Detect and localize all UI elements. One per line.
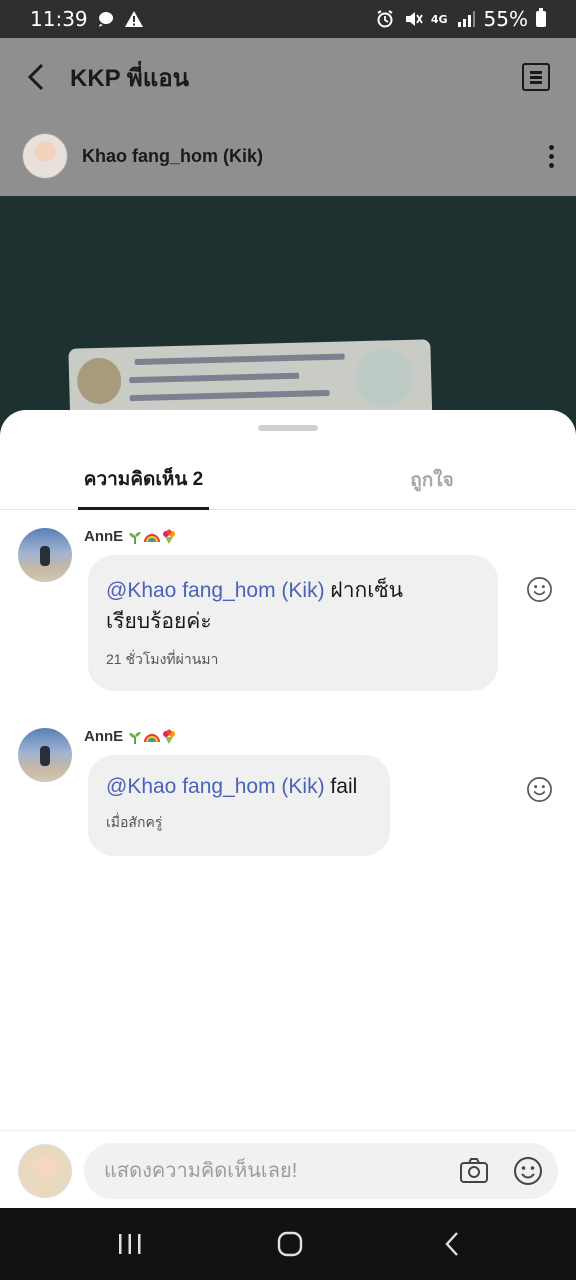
page-title: KKP พี่แอน bbox=[70, 64, 190, 92]
emblem-graphic bbox=[76, 357, 122, 405]
avatar bbox=[18, 1144, 72, 1198]
comment-text-line2: เรียบร้อยค่ะ bbox=[106, 610, 212, 633]
recent-apps-icon bbox=[119, 1234, 141, 1254]
comment-author-name: AnnE bbox=[84, 528, 124, 545]
comment-bubble[interactable]: @Khao fang_hom (Kik) fail เมื่อสักครู่ bbox=[88, 755, 390, 856]
bouquet-emoji-icon bbox=[163, 529, 176, 544]
post-author-name[interactable]: Khao fang_hom (Kik) bbox=[82, 146, 263, 167]
emoji-picker-icon[interactable] bbox=[512, 1155, 544, 1187]
background-app: KKP พี่แอน Khao fang_hom (Kik) bbox=[0, 38, 576, 458]
comment-author[interactable]: AnnE bbox=[84, 728, 177, 745]
comment-input[interactable] bbox=[104, 1143, 444, 1199]
comment-bubble[interactable]: @Khao fang_hom (Kik) ฝากเซ็น เรียบร้อยค่… bbox=[88, 555, 498, 691]
card-watermark bbox=[354, 347, 414, 408]
avatar[interactable] bbox=[18, 528, 72, 582]
notes-icon[interactable] bbox=[522, 63, 550, 91]
comments-sheet: ความคิดเห็น 2 ถูกใจ AnnE @Khao fang_hom … bbox=[0, 410, 576, 1208]
avatar[interactable] bbox=[22, 133, 68, 179]
status-right: 4G 55% bbox=[375, 7, 546, 31]
app-header: KKP พี่แอน bbox=[0, 38, 576, 116]
status-left: 11:39 bbox=[30, 7, 144, 31]
bouquet-emoji-icon bbox=[163, 729, 176, 744]
rainbow-emoji-icon bbox=[144, 733, 161, 742]
tab-likes[interactable]: ถูกใจ bbox=[380, 450, 484, 510]
battery-percent: 55% bbox=[483, 7, 528, 31]
more-options-icon[interactable] bbox=[548, 144, 554, 168]
comment-text: @Khao fang_hom (Kik) ฝากเซ็น เรียบร้อยค่… bbox=[106, 575, 480, 637]
mention-link[interactable]: @Khao fang_hom (Kik) bbox=[106, 579, 325, 602]
status-bar: 11:39 4G 55% bbox=[0, 0, 576, 38]
warning-icon bbox=[124, 11, 143, 27]
chat-notification-icon bbox=[98, 12, 113, 27]
react-smile-icon[interactable] bbox=[526, 576, 553, 603]
drag-handle[interactable] bbox=[258, 425, 318, 431]
camera-icon[interactable] bbox=[458, 1155, 490, 1187]
post-author-row: Khao fang_hom (Kik) bbox=[0, 116, 576, 196]
react-smile-icon[interactable] bbox=[526, 776, 553, 803]
author-emojis bbox=[127, 729, 177, 745]
comment-composer bbox=[0, 1130, 576, 1208]
avatar[interactable] bbox=[18, 728, 72, 782]
tab-comments[interactable]: ความคิดเห็น 2 bbox=[78, 450, 209, 510]
comment-timestamp: เมื่อสักครู่ bbox=[106, 814, 163, 830]
comment-text: @Khao fang_hom (Kik) fail bbox=[106, 771, 372, 802]
comment-author[interactable]: AnnE bbox=[84, 528, 177, 545]
alarm-icon bbox=[377, 10, 393, 28]
back-icon bbox=[445, 1232, 458, 1256]
comment-text-line1: fail bbox=[324, 775, 358, 798]
comment-author-name: AnnE bbox=[84, 728, 124, 745]
back-nav-button[interactable] bbox=[432, 1228, 472, 1260]
comment-timestamp: 21 ชั่วโมงที่ผ่านมา bbox=[106, 651, 219, 667]
chevron-left-icon bbox=[27, 63, 44, 91]
system-nav-bar bbox=[0, 1208, 576, 1280]
tab-bar: ความคิดเห็น 2 ถูกใจ bbox=[0, 450, 576, 510]
seedling-emoji-icon bbox=[129, 531, 142, 544]
network-type-label: 4G bbox=[430, 12, 448, 26]
mention-link[interactable]: @Khao fang_hom (Kik) bbox=[106, 775, 325, 798]
back-button[interactable] bbox=[26, 62, 52, 92]
home-icon bbox=[277, 1231, 303, 1257]
battery-icon bbox=[536, 8, 546, 27]
recent-apps-button[interactable] bbox=[110, 1228, 150, 1260]
rainbow-emoji-icon bbox=[144, 533, 161, 542]
status-time: 11:39 bbox=[30, 7, 88, 31]
home-button[interactable] bbox=[270, 1228, 310, 1260]
author-emojis bbox=[127, 529, 177, 545]
signal-icon bbox=[457, 11, 475, 27]
mute-icon bbox=[405, 12, 423, 26]
seedling-emoji-icon bbox=[129, 731, 142, 744]
comment-input-wrap bbox=[84, 1143, 558, 1199]
comment-text-line1: ฝากเซ็น bbox=[324, 579, 404, 602]
